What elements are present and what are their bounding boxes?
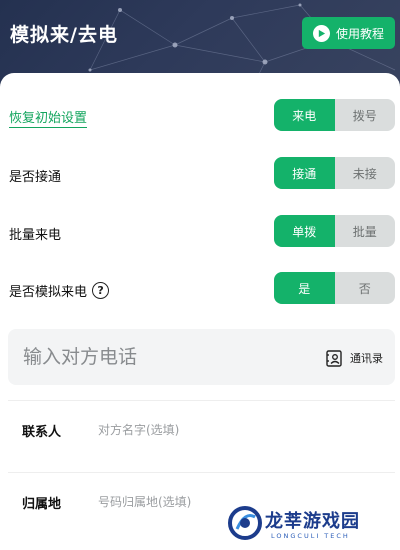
contact-row: 联系人 <box>8 400 395 470</box>
batch-label: 批量来电 <box>9 228 62 243</box>
watermark: 龙莘游戏园 LONGCULI TECH <box>223 503 383 547</box>
contacts-icon <box>326 349 342 367</box>
simulate-row: 是否模拟来电 ? 是 否 <box>0 272 400 308</box>
contact-label: 联系人 <box>22 425 62 440</box>
play-icon <box>312 24 330 42</box>
watermark-text: 龙莘游戏园 <box>265 511 360 532</box>
batch-option-single[interactable]: 单拨 <box>274 215 335 247</box>
call-direction-option-incoming[interactable]: 来电 <box>274 99 335 131</box>
batch-option-batch[interactable]: 批量 <box>335 215 396 247</box>
phone-input-box: 通讯录 <box>8 329 395 385</box>
reset-row: 恢复初始设置 来电 拨号 <box>0 99 400 135</box>
contact-name-input[interactable] <box>98 415 378 445</box>
tutorial-button-label: 使用教程 <box>335 26 384 41</box>
answer-option-connected[interactable]: 接通 <box>274 157 335 189</box>
location-label: 归属地 <box>22 497 62 512</box>
simulate-label: 是否模拟来电 <box>9 285 88 300</box>
contacts-button-label: 通讯录 <box>350 352 383 365</box>
simulate-label-group: 是否模拟来电 ? <box>9 281 110 300</box>
page-title: 模拟来/去电 <box>10 24 118 46</box>
watermark-logo-icon <box>228 506 262 540</box>
answer-option-missed[interactable]: 未接 <box>335 157 396 189</box>
watermark-subtext: LONGCULI TECH <box>271 532 350 540</box>
simulate-option-yes[interactable]: 是 <box>274 272 335 304</box>
help-icon[interactable]: ? <box>92 282 110 299</box>
tutorial-button[interactable]: 使用教程 <box>302 17 395 49</box>
call-direction-toggle: 来电 拨号 <box>274 99 395 131</box>
answer-label: 是否接通 <box>9 170 62 185</box>
batch-row: 批量来电 单拨 批量 <box>0 215 400 251</box>
contacts-button[interactable]: 通讯录 <box>326 347 383 369</box>
answer-toggle: 接通 未接 <box>274 157 395 189</box>
simulate-option-no[interactable]: 否 <box>335 272 396 304</box>
phone-number-input[interactable] <box>23 329 303 385</box>
batch-toggle: 单拨 批量 <box>274 215 395 247</box>
call-direction-option-dial[interactable]: 拨号 <box>335 99 396 131</box>
simulate-toggle: 是 否 <box>274 272 395 304</box>
reset-settings-link[interactable]: 恢复初始设置 <box>9 107 88 128</box>
answer-row: 是否接通 接通 未接 <box>0 157 400 193</box>
